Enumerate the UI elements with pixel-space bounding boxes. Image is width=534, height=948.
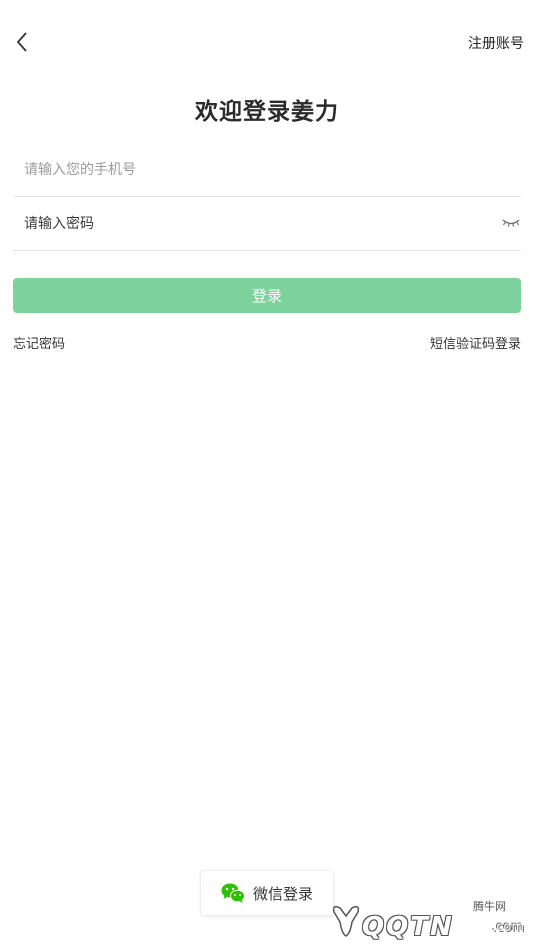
login-button[interactable]: 登录	[13, 278, 521, 313]
sms-login-link[interactable]: 短信验证码登录	[430, 333, 521, 352]
wechat-login-button[interactable]: 微信登录	[200, 870, 334, 916]
watermark-big-text: QQTN	[362, 912, 454, 942]
password-field	[13, 197, 521, 251]
register-account-link[interactable]: 注册账号	[468, 33, 524, 53]
eye-closed-icon[interactable]	[501, 215, 521, 231]
watermark-logo: 腾牛网 QQTN .com	[328, 894, 528, 942]
wechat-icon	[221, 883, 245, 903]
password-input[interactable]	[24, 208, 484, 239]
page-title: 欢迎登录姜力	[195, 99, 339, 125]
phone-input[interactable]	[24, 154, 484, 185]
chevron-left-icon	[16, 32, 27, 52]
wechat-login-label: 微信登录	[252, 884, 313, 903]
top-bar: 注册账号	[0, 0, 534, 84]
forgot-password-link[interactable]: 忘记密码	[13, 333, 65, 352]
ox-head-icon	[332, 905, 360, 937]
watermark-suffix: .com	[492, 920, 524, 935]
phone-field	[13, 143, 521, 197]
back-button[interactable]	[8, 28, 36, 56]
watermark-small-text: 腾牛网	[473, 900, 506, 913]
